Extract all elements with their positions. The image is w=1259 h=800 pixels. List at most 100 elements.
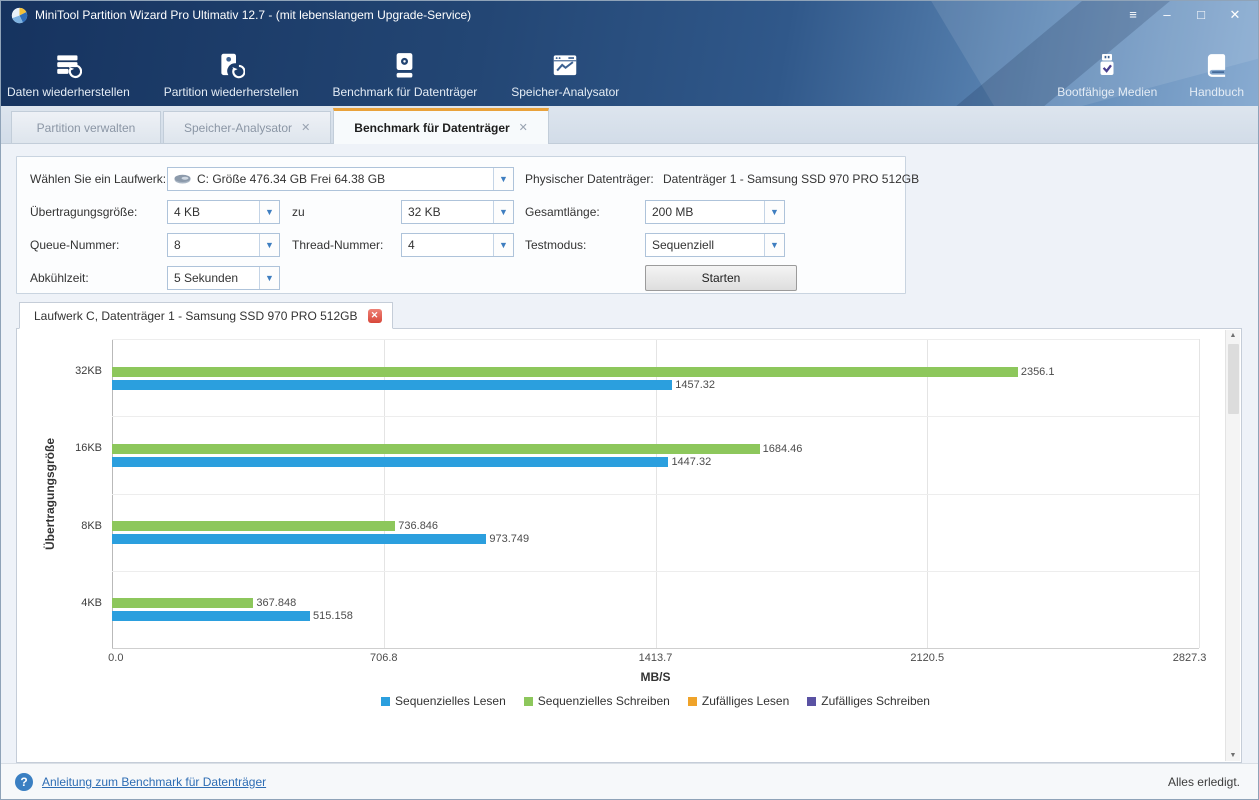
bar-value-label: 367.848 (256, 597, 296, 609)
data-recovery-icon (55, 51, 82, 79)
scrollbar-thumb[interactable] (1228, 344, 1239, 414)
x-tick-label: 2120.5 (910, 652, 944, 664)
transfer-from-select[interactable]: 4 KB ▼ (167, 200, 280, 224)
toolbar-item-label: Benchmark für Datenträger (333, 85, 478, 99)
legend-item: Zufälliges Schreiben (807, 694, 930, 708)
category-label: 4KB (32, 597, 102, 610)
bar-sequenzielles-schreiben (112, 521, 395, 531)
minimize-icon[interactable]: – (1154, 5, 1180, 25)
bar-value-label: 1457.32 (675, 379, 715, 391)
queue-number-value: 8 (168, 238, 259, 252)
transfer-to-value: 32 KB (402, 205, 493, 219)
total-length-value: 200 MB (646, 205, 764, 219)
category-label: 32KB (32, 365, 102, 378)
toolbar-item-label: Handbuch (1189, 85, 1244, 99)
window-title: MiniTool Partition Wizard Pro Ultimativ … (35, 8, 471, 22)
drive-select[interactable]: C: Größe 476.34 GB Frei 64.38 GB ▼ (167, 167, 514, 191)
cooldown-value: 5 Sekunden (168, 271, 259, 285)
vertical-scrollbar[interactable]: ▲ ▼ (1225, 330, 1240, 761)
tab-close-icon[interactable]: ✕ (301, 121, 310, 134)
bar-row: 736.846 (112, 521, 1199, 532)
toolbar-item-speicher-analysator[interactable]: Speicher-Analysator (511, 51, 619, 99)
tab-benchmark-datentraeger[interactable]: Benchmark für Datenträger ✕ (333, 108, 549, 144)
chevron-down-icon[interactable]: ▼ (764, 234, 784, 256)
toolbar-item-label: Bootfähige Medien (1057, 85, 1157, 99)
status-text: Alles erledigt. (1168, 775, 1240, 789)
x-tick-label: 706.8 (370, 652, 398, 664)
bar-value-label: 1684.46 (763, 443, 803, 455)
toolbar-item-partition-wiederherstellen[interactable]: Partition wiederherstellen (164, 51, 299, 99)
bar-row: 1684.46 (112, 443, 1199, 454)
toolbar-item-label: Daten wiederherstellen (7, 85, 130, 99)
bar-value-label: 515.158 (313, 610, 353, 622)
chevron-down-icon[interactable]: ▼ (493, 168, 513, 190)
result-tab[interactable]: Laufwerk C, Datenträger 1 - Samsung SSD … (19, 302, 393, 329)
toolbar-right-group: Bootfähige Medien Handbuch (1057, 51, 1244, 99)
transfer-joiner-label: zu (292, 199, 305, 225)
bar-sequenzielles-schreiben (112, 367, 1018, 377)
bar-sequenzielles-lesen (112, 611, 310, 621)
legend-item: Sequenzielles Lesen (381, 694, 506, 708)
thread-number-label: Thread-Nummer: (292, 232, 383, 258)
x-tick-label: 1413.7 (639, 652, 673, 664)
chart-legend: Sequenzielles Lesen Sequenzielles Schreib… (112, 694, 1199, 708)
transfer-size-label: Übertragungsgröße: (30, 199, 137, 225)
benchmark-help-link[interactable]: Anleitung zum Benchmark für Datenträger (42, 775, 266, 789)
tab-speicher-analysator[interactable]: Speicher-Analysator ✕ (163, 111, 331, 143)
legend-label: Sequenzielles Schreiben (538, 694, 670, 708)
tab-close-icon[interactable]: ✕ (519, 121, 528, 134)
chevron-down-icon[interactable]: ▼ (259, 267, 279, 289)
x-axis-title: MB/S (112, 670, 1199, 684)
bar-value-label: 973.749 (489, 533, 529, 545)
disk-benchmark-icon (391, 51, 418, 79)
drive-icon (174, 174, 191, 185)
cooldown-select[interactable]: 5 Sekunden ▼ (167, 266, 280, 290)
legend-item: Zufälliges Lesen (688, 694, 789, 708)
result-tab-label: Laufwerk C, Datenträger 1 - Samsung SSD … (34, 309, 358, 323)
transfer-to-select[interactable]: 32 KB ▼ (401, 200, 514, 224)
manual-icon (1204, 51, 1230, 79)
menu-icon[interactable]: ≡ (1120, 5, 1146, 25)
help-icon[interactable]: ? (15, 773, 33, 791)
toolbar-item-bootfaehige-medien[interactable]: Bootfähige Medien (1057, 51, 1157, 99)
toolbar-item-benchmark[interactable]: Benchmark für Datenträger (333, 51, 478, 99)
toolbar-left-group: Daten wiederherstellen Partition wiederh… (7, 51, 619, 99)
chevron-down-icon[interactable]: ▼ (259, 234, 279, 256)
bar-sequenzielles-lesen (112, 457, 668, 467)
chart-group-32KB: 32KB2356.11457.32 (112, 339, 1199, 416)
toolbar-item-daten-wiederherstellen[interactable]: Daten wiederherstellen (7, 51, 130, 99)
chart-group-4KB: 4KB367.848515.158 (112, 571, 1199, 648)
scroll-up-icon[interactable]: ▲ (1230, 332, 1237, 339)
physical-disk-value: Datenträger 1 - Samsung SSD 970 PRO 512G… (663, 166, 919, 192)
result-tab-close-icon[interactable]: ✕ (368, 309, 382, 323)
benchmark-settings-panel: Wählen Sie ein Laufwerk: C: Größe 476.34… (16, 156, 906, 294)
total-length-select[interactable]: 200 MB ▼ (645, 200, 785, 224)
tab-label: Partition verwalten (37, 121, 136, 135)
toolbar-item-handbuch[interactable]: Handbuch (1189, 51, 1244, 99)
scroll-down-icon[interactable]: ▼ (1230, 752, 1237, 759)
bar-value-label: 1447.32 (671, 456, 711, 468)
thread-number-select[interactable]: 4 ▼ (401, 233, 514, 257)
transfer-from-value: 4 KB (168, 205, 259, 219)
space-analyzer-icon (551, 51, 579, 79)
chevron-down-icon[interactable]: ▼ (259, 201, 279, 223)
close-icon[interactable]: ✕ (1222, 5, 1248, 25)
thread-number-value: 4 (402, 238, 493, 252)
app-window: MiniTool Partition Wizard Pro Ultimativ … (0, 0, 1259, 800)
legend-label: Zufälliges Lesen (702, 694, 789, 708)
chevron-down-icon[interactable]: ▼ (764, 201, 784, 223)
chevron-down-icon[interactable]: ▼ (493, 201, 513, 223)
test-mode-select[interactable]: Sequenziell ▼ (645, 233, 785, 257)
bar-sequenzielles-lesen (112, 534, 486, 544)
bar-value-label: 736.846 (398, 520, 438, 532)
bar-row: 1457.32 (112, 379, 1199, 390)
chart-group-8KB: 8KB736.846973.749 (112, 494, 1199, 571)
maximize-icon[interactable]: □ (1188, 5, 1214, 25)
tab-partition-verwalten[interactable]: Partition verwalten (11, 111, 161, 143)
legend-swatch (688, 697, 697, 706)
legend-label: Zufälliges Schreiben (821, 694, 930, 708)
start-button[interactable]: Starten (645, 265, 797, 291)
queue-number-select[interactable]: 8 ▼ (167, 233, 280, 257)
chevron-down-icon[interactable]: ▼ (493, 234, 513, 256)
legend-swatch (381, 697, 390, 706)
